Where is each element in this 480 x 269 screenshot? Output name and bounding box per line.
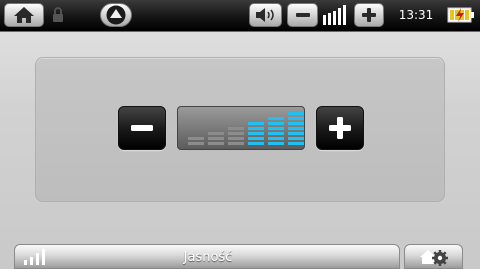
meter-segment-inactive	[228, 127, 244, 130]
home-icon	[14, 7, 34, 23]
meter-segment-active	[248, 132, 264, 135]
gear-house-icon	[419, 249, 448, 266]
meter-segment-active	[268, 142, 284, 145]
screen-title: Jasność	[183, 250, 233, 265]
meter-segment-active	[248, 137, 264, 140]
meter-segment-active	[268, 137, 284, 140]
meter-segment-active	[268, 127, 284, 130]
clock: 13:31	[398, 8, 434, 22]
home-button[interactable]	[4, 3, 44, 27]
meter-segment-inactive	[228, 132, 244, 135]
decrease-brightness-button[interactable]	[118, 106, 166, 150]
speaker-icon	[255, 8, 274, 22]
meter-segment-active	[288, 122, 304, 125]
meter-segment-active	[268, 122, 284, 125]
meter-segment-inactive	[228, 142, 244, 145]
volume-down-button[interactable]	[287, 3, 318, 27]
up-arrow-icon	[106, 5, 126, 25]
meter-segment-active	[288, 142, 304, 145]
meter-segment-inactive	[228, 137, 244, 140]
mute-button[interactable]	[249, 3, 282, 27]
meter-segment-inactive	[208, 132, 224, 135]
battery-charging-icon	[447, 7, 474, 23]
meter-segment-active	[248, 122, 264, 125]
meter-segment-active	[248, 127, 264, 130]
meter-segment-active	[288, 117, 304, 120]
meter-segment-active	[288, 132, 304, 135]
settings-button[interactable]	[404, 244, 463, 269]
meter-segment-inactive	[208, 137, 224, 140]
meter-segment-active	[288, 137, 304, 140]
meter-segment-inactive	[188, 142, 204, 145]
minus-icon	[131, 125, 153, 131]
navigate-up-button[interactable]	[100, 3, 132, 27]
meter-segment-active	[288, 112, 304, 115]
lock-icon	[53, 7, 63, 22]
brightness-level-meter	[177, 106, 305, 150]
bottom-bar: Jasność	[14, 244, 400, 269]
volume-up-button[interactable]	[354, 3, 384, 27]
meter-segment-inactive	[188, 137, 204, 140]
status-bar: 13:31	[0, 0, 480, 32]
meter-segment-active	[288, 127, 304, 130]
increase-brightness-button[interactable]	[316, 106, 364, 150]
meter-segment-active	[268, 117, 284, 120]
meter-segment-active	[268, 132, 284, 135]
plus-icon	[329, 117, 351, 139]
meter-segment-active	[248, 142, 264, 145]
minus-icon	[295, 13, 310, 17]
volume-bars-icon	[323, 5, 346, 25]
meter-segment-inactive	[208, 142, 224, 145]
plus-icon	[362, 8, 376, 22]
